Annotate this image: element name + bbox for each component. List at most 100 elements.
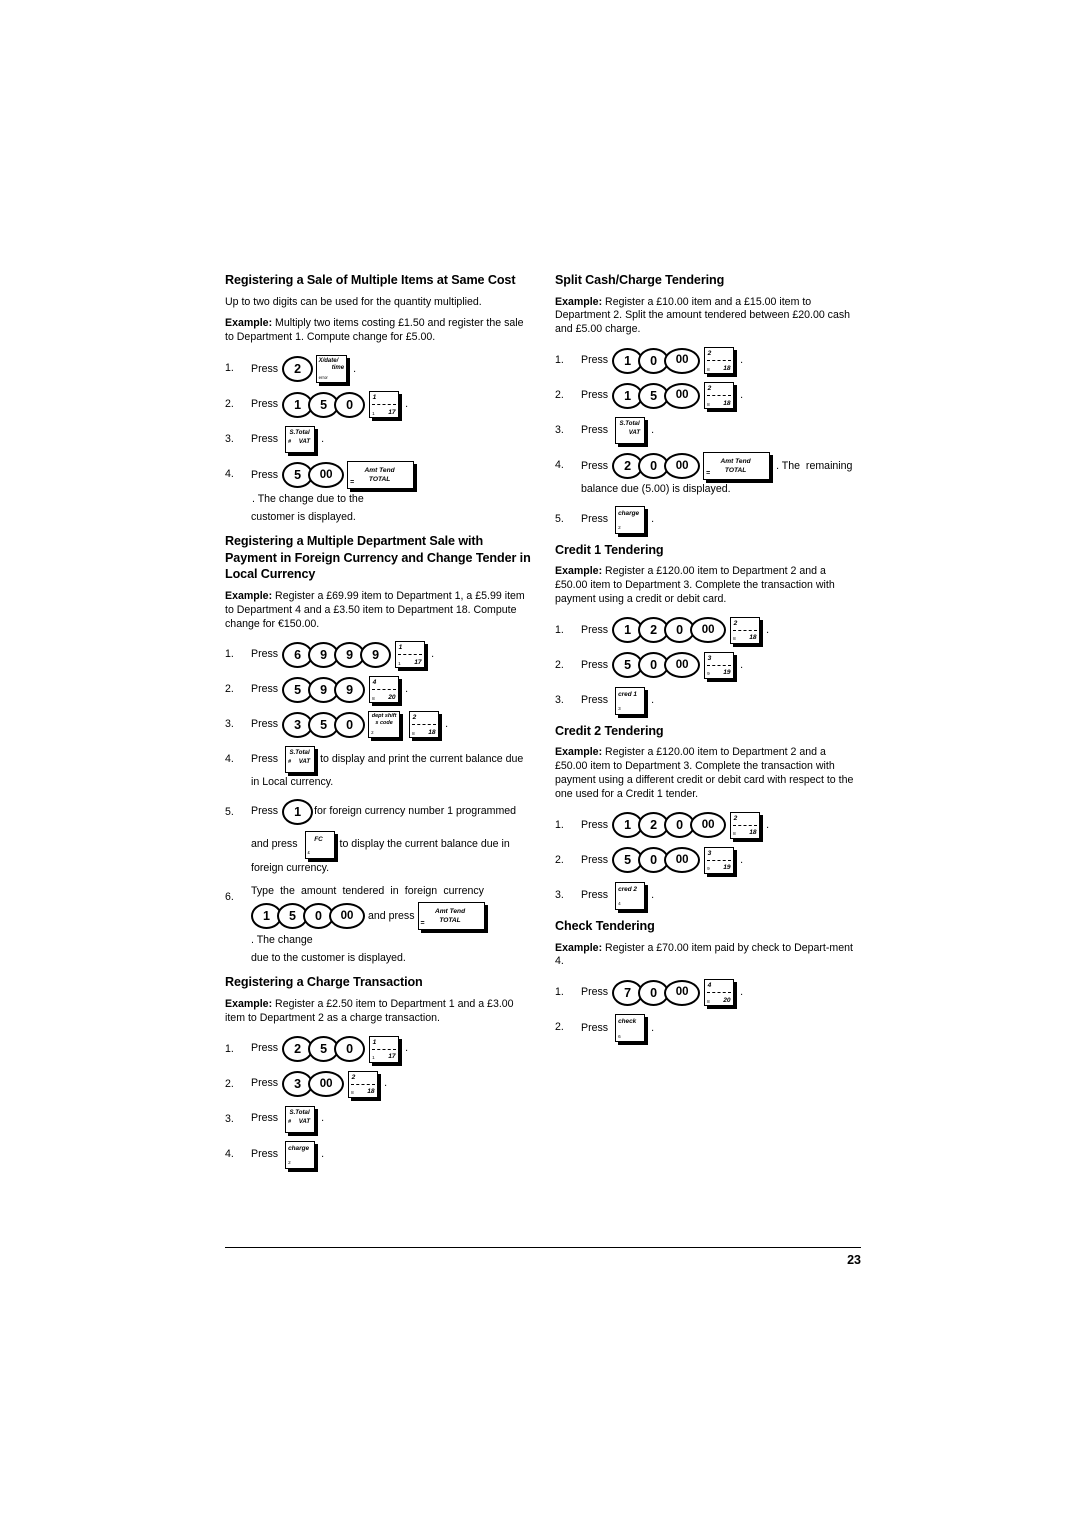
dept-key-high: 18 — [749, 829, 757, 837]
charge-key[interactable]: charge 2 — [615, 505, 646, 534]
heading-credit-1-tendering: Credit 1 Tendering — [555, 542, 664, 557]
heading-split-cash-charge: Split Cash/Charge Tendering — [555, 273, 725, 287]
department-key-2[interactable]: 2 8 18 — [409, 711, 440, 739]
department-key-4[interactable]: 4 8 20 — [369, 676, 400, 704]
step-tail: to display and print the current balance… — [320, 753, 524, 766]
step-item: 3. Press S.Total VAT . — [555, 417, 861, 445]
digit-key-9[interactable]: 9 — [334, 676, 366, 703]
cred1-key-label: cred 1 — [618, 690, 637, 698]
example-label: Example: — [555, 941, 603, 954]
stotal-key-line1: S.Total — [289, 1108, 310, 1116]
department-key-2[interactable]: 2 8 18 — [730, 616, 761, 644]
digit-key-00[interactable]: 00 — [664, 847, 701, 874]
step-item: 1. Press 2 5 0 1 1 17 . — [225, 1035, 531, 1063]
press-label: Press — [581, 1021, 609, 1034]
xdate-key-corner: error — [318, 374, 328, 380]
department-key-1[interactable]: 1 1 17 — [369, 1035, 400, 1063]
step-tail: . — [405, 1042, 409, 1055]
dept-key-number: 3 — [707, 849, 712, 857]
step-number: 4. — [225, 468, 234, 481]
step-number: 2. — [555, 658, 564, 671]
dept-shift-key[interactable]: dept shift s code 2 — [368, 711, 401, 739]
step-number: 1. — [225, 1042, 234, 1055]
digit-key-00[interactable]: 00 — [664, 979, 701, 1006]
dept-key-number: 1 — [372, 1038, 377, 1046]
dept-key-divider — [351, 1083, 376, 1085]
step-continuation: in Local currency. — [251, 776, 334, 789]
digit-key-00[interactable]: 00 — [308, 1071, 345, 1098]
heading-charge-transaction: Registering a Charge Transaction — [225, 975, 423, 990]
dept-key-high: 19 — [723, 864, 731, 872]
dept-key-divider — [707, 664, 732, 666]
subtotal-vat-key[interactable]: S.Total VAT # — [285, 426, 316, 454]
charge-key-label: charge — [288, 1144, 310, 1152]
cred1-key-corner: 3 — [618, 706, 621, 712]
department-key-3[interactable]: 3 9 19 — [704, 651, 735, 679]
department-key-3[interactable]: 3 9 19 — [704, 846, 735, 874]
amount-tendered-total-key[interactable]: Amt Tend TOTAL = — [347, 461, 415, 490]
dept-key-number: 2 — [733, 619, 738, 627]
digit-key-2[interactable]: 2 — [282, 356, 314, 383]
digit-key-00[interactable]: 00 — [329, 903, 365, 930]
press-label: Press — [251, 433, 279, 446]
step-item: 5. Press 1 for foreign currency number 1… — [225, 798, 531, 876]
charge-key[interactable]: charge 2 — [285, 1140, 316, 1169]
example-label: Example: — [225, 997, 273, 1010]
stotal-key-corner: # — [288, 439, 292, 446]
department-key-2[interactable]: 2 8 18 — [348, 1070, 379, 1098]
department-key-2[interactable]: 2 8 18 — [730, 811, 761, 839]
step-item: 2. Press 1 5 00 2 8 18 . — [555, 382, 861, 410]
dept-key-sub: 9 — [707, 671, 710, 677]
digit-key-00[interactable]: 00 — [664, 652, 701, 679]
digit-key-00[interactable]: 00 — [308, 462, 345, 489]
press-label: Press — [581, 694, 609, 707]
heading-check-tendering: Check Tendering — [555, 918, 655, 933]
manual-page: Registering a Sale of Multiple Items at … — [225, 272, 861, 1177]
amount-tendered-total-key[interactable]: Amt Tend TOTAL = — [703, 452, 771, 481]
foreign-currency-key[interactable]: FC £ — [304, 830, 335, 859]
department-key-4[interactable]: 4 8 20 — [704, 979, 735, 1007]
digit-key-1[interactable]: 1 — [282, 798, 314, 825]
dept-key-sub: 8 — [707, 401, 710, 407]
press-label: Press — [581, 389, 609, 402]
key-group: 2 0 00 — [612, 453, 701, 480]
digit-key-0[interactable]: 0 — [334, 391, 366, 418]
stotal-key-line2: VAT — [628, 429, 641, 437]
department-key-2[interactable]: 2 8 18 — [704, 382, 735, 410]
step-mid: and press — [368, 909, 415, 922]
step-tail: . — [740, 853, 744, 866]
steps-split-cash-charge: 1. Press 1 0 00 2 8 18 . 2. Press 1 5 00… — [555, 347, 861, 534]
check-key-corner: 6 — [618, 1033, 621, 1039]
step-item: 3. Press cred 1 3 . — [555, 686, 861, 715]
digit-key-00[interactable]: 00 — [690, 812, 727, 839]
department-key-2[interactable]: 2 8 18 — [704, 347, 735, 375]
digit-key-0[interactable]: 0 — [334, 711, 366, 738]
credit-2-key[interactable]: cred 2 4 — [615, 881, 646, 910]
department-key-1[interactable]: 1 1 17 — [369, 391, 400, 419]
dept-key-number: 4 — [372, 679, 377, 687]
digit-key-00[interactable]: 00 — [664, 347, 701, 374]
step-number: 3. — [225, 718, 234, 731]
step-item: 1. Press 7 0 00 4 8 20 . — [555, 979, 861, 1007]
press-label: Press — [251, 648, 279, 661]
subtotal-vat-key[interactable]: S.Total VAT # — [285, 746, 316, 774]
cred2-key-label: cred 2 — [618, 885, 637, 893]
dept-key-divider — [412, 724, 437, 726]
amount-tendered-total-key[interactable]: Amt Tend TOTAL = — [417, 902, 485, 931]
digit-key-00[interactable]: 00 — [664, 382, 701, 409]
charge-key-label: charge — [618, 509, 640, 517]
dept-key-number: 2 — [351, 1073, 356, 1081]
dept-key-high: 19 — [723, 669, 731, 677]
credit-1-key[interactable]: cred 1 3 — [615, 686, 646, 715]
key-group: 1 0 00 — [612, 347, 701, 374]
digit-key-0[interactable]: 0 — [334, 1036, 366, 1063]
check-key[interactable]: check 6 — [615, 1014, 646, 1043]
subtotal-vat-key[interactable]: S.Total VAT # — [285, 1105, 316, 1133]
subtotal-vat-key[interactable]: S.Total VAT — [615, 417, 646, 445]
digit-key-00[interactable]: 00 — [690, 617, 727, 644]
xdate-time-key[interactable]: X/date/ time error — [316, 355, 348, 384]
department-key-1[interactable]: 1 1 17 — [395, 641, 426, 669]
digit-key-00[interactable]: 00 — [664, 453, 701, 480]
digit-key-9[interactable]: 9 — [360, 641, 392, 668]
step-number: 3. — [555, 888, 564, 901]
